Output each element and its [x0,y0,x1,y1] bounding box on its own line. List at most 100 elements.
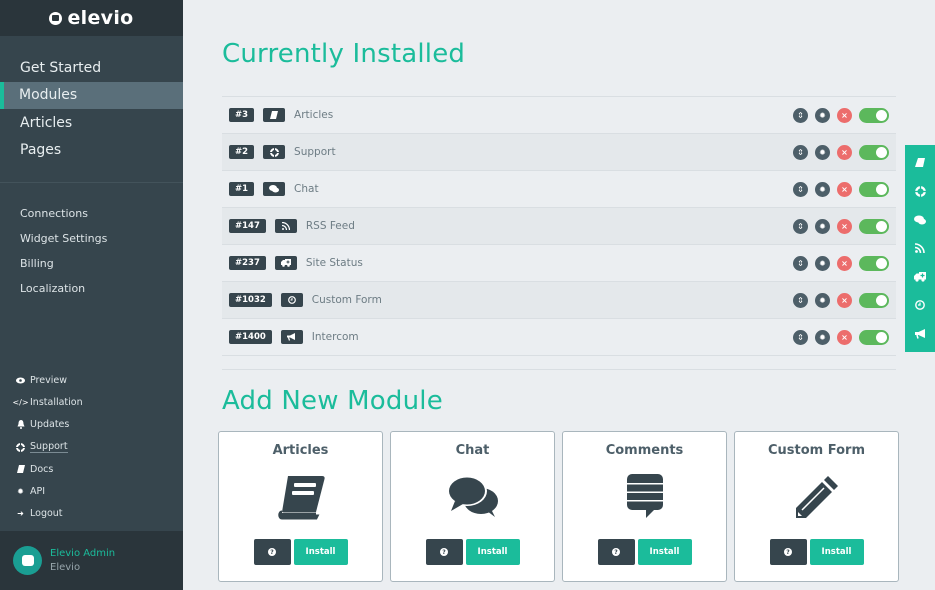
settings-button[interactable]: ✹ [815,107,830,123]
sidebar-item-widget-settings[interactable]: Widget Settings [0,226,183,251]
module-card-chat: Chat ? Install [390,431,555,582]
sidebar-link-preview[interactable]: Preview [0,369,183,391]
card-title: Articles [272,443,329,458]
widget-launcher [905,145,935,352]
sidebar-link-label: Support [30,441,68,454]
module-actions: ⇕ ✹ × [793,218,889,234]
sidebar-link-label: Logout [30,508,63,520]
enable-toggle[interactable] [859,107,889,123]
help-button[interactable]: ? [425,539,463,565]
module-actions: ⇕ ✹ × [793,181,889,197]
installed-title: Currently Installed [222,39,466,69]
enable-toggle[interactable] [859,181,889,197]
clock-icon [280,293,303,307]
question-icon: ? [612,548,620,556]
module-actions: ⇕ ✹ × [793,255,889,271]
book-icon [276,472,326,522]
reorder-button[interactable]: ⇕ [793,255,808,271]
sidebar-item-connections[interactable]: Connections [0,201,183,226]
sidebar-link-logout[interactable]: ➜ Logout [0,503,183,525]
chat-bubble-icon [21,555,34,566]
sidebar-item-localization[interactable]: Localization [0,276,183,301]
user-profile[interactable]: Elevio Admin Elevio [0,531,183,590]
module-row: #2 Support ⇕ ✹ × [222,134,896,171]
remove-button[interactable]: × [837,218,852,234]
install-button[interactable]: Install [465,539,520,565]
module-id-badge: #1 [229,182,255,196]
sidebar-item-modules[interactable]: Modules [0,81,183,109]
avatar [13,546,42,575]
module-row: #1 Chat ⇕ ✹ × [222,171,896,208]
launcher-clock-icon[interactable] [913,298,927,312]
enable-toggle[interactable] [859,329,889,345]
module-name: Articles [294,109,334,121]
sidebar-link-installation[interactable]: </> Installation [0,391,183,413]
logout-icon: ➜ [17,509,24,519]
module-row: #237 Site Status ⇕ ✹ × [222,245,896,282]
launcher-ambulance-icon[interactable] [913,270,927,284]
remove-button[interactable]: × [837,181,852,197]
launcher-bullhorn-icon[interactable] [913,327,927,341]
enable-toggle[interactable] [859,218,889,234]
module-row: #147 RSS Feed ⇕ ✹ × [222,208,896,245]
bell-icon [16,420,25,430]
settings-button[interactable]: ✹ [815,255,830,271]
sidebar-item-pages[interactable]: Pages [0,137,183,165]
help-button[interactable]: ? [253,539,291,565]
settings-button[interactable]: ✹ [815,181,830,197]
sub-nav: Connections Widget Settings Billing Loca… [0,201,183,301]
settings-button[interactable]: ✹ [815,144,830,160]
sidebar-item-get-started[interactable]: Get Started [0,54,183,82]
module-id-badge: #2 [229,145,255,159]
reorder-button[interactable]: ⇕ [793,181,808,197]
reorder-button[interactable]: ⇕ [793,218,808,234]
remove-button[interactable]: × [837,292,852,308]
module-id-badge: #1400 [229,330,272,344]
settings-button[interactable]: ✹ [815,292,830,308]
sidebar-link-label: Installation [30,396,83,408]
comments-icon [446,472,499,522]
sidebar: elevio Get Started Modules Articles Page… [0,0,183,590]
launcher-lifebuoy-icon[interactable] [913,185,927,199]
enable-toggle[interactable] [859,144,889,160]
sidebar-link-support[interactable]: Support [0,436,183,458]
install-button[interactable]: Install [809,539,864,565]
sidebar-item-articles[interactable]: Articles [0,109,183,137]
reorder-button[interactable]: ⇕ [793,107,808,123]
comment-lines-icon [626,472,664,522]
help-button[interactable]: ? [597,539,635,565]
remove-button[interactable]: × [837,255,852,271]
installed-module-list: #3 Articles ⇕ ✹ × #2 Support ⇕ ✹ × #1 Ch… [222,96,896,356]
module-row: #1400 Intercom ⇕ ✹ × [222,319,896,356]
module-name: Custom Form [311,294,382,306]
logo[interactable]: elevio [0,0,183,36]
reorder-button[interactable]: ⇕ [793,329,808,345]
settings-button[interactable]: ✹ [815,218,830,234]
remove-button[interactable]: × [837,329,852,345]
card-title: Chat [455,443,490,458]
remove-button[interactable]: × [837,107,852,123]
launcher-comments-icon[interactable] [913,213,927,227]
install-button[interactable]: Install [637,539,692,565]
settings-button[interactable]: ✹ [815,329,830,345]
sidebar-link-updates[interactable]: Updates [0,414,183,436]
module-cards: Articles ? Install Chat ? Install Commen… [218,431,899,582]
sidebar-link-docs[interactable]: Docs [0,458,183,480]
add-module-title: Add New Module [222,386,443,416]
launcher-rss-icon[interactable] [913,241,927,255]
enable-toggle[interactable] [859,292,889,308]
reorder-button[interactable]: ⇕ [793,292,808,308]
launcher-book-icon[interactable] [913,156,927,170]
help-button[interactable]: ? [769,539,807,565]
sidebar-link-api[interactable]: ✹ API [0,480,183,502]
module-row: #1032 Custom Form ⇕ ✹ × [222,282,896,319]
enable-toggle[interactable] [859,255,889,271]
card-buttons: ? Install [769,539,864,565]
reorder-button[interactable]: ⇕ [793,144,808,160]
card-buttons: ? Install [253,539,348,565]
question-icon: ? [440,548,448,556]
sidebar-item-billing[interactable]: Billing [0,251,183,276]
remove-button[interactable]: × [837,144,852,160]
sidebar-divider [0,182,183,183]
install-button[interactable]: Install [293,539,348,565]
